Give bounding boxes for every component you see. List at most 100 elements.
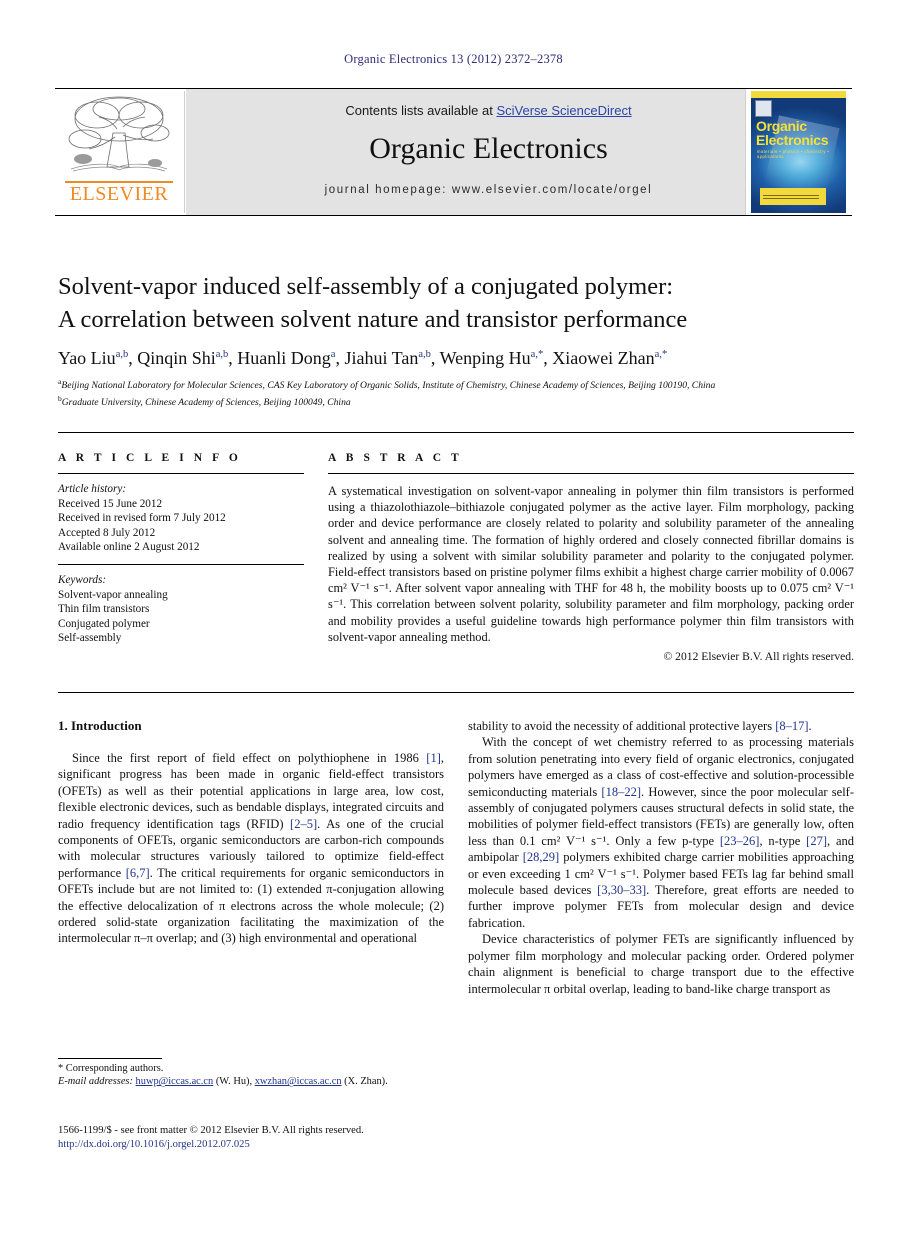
doi-link[interactable]: http://dx.doi.org/10.1016/j.orgel.2012.0…	[58, 1138, 488, 1152]
author-name: Huanli Dong	[237, 348, 331, 368]
article-history-item: Received 15 June 2012	[58, 497, 163, 510]
cover-subtitle: materials • physics • chemistry • applic…	[757, 149, 830, 159]
abstract-heading: A B S T R A C T	[328, 452, 463, 464]
author-name: Qinqin Shi	[137, 348, 216, 368]
cover-title: Organic Electronics	[756, 119, 844, 147]
keyword-item: Solvent-vapor annealing	[58, 588, 168, 601]
author-separator: ,	[543, 348, 553, 368]
keywords-group: Keywords: Solvent-vapor annealing Thin fi…	[58, 573, 304, 646]
cover-bottom-box-lines	[763, 195, 819, 200]
masthead-center-panel: Contents lists available at SciVerse Sci…	[186, 89, 791, 215]
right-column-paragraphs: stability to avoid the necessity of addi…	[468, 718, 854, 997]
journal-title: Organic Electronics	[369, 132, 608, 165]
email-owner-zhan: (X. Zhan).	[344, 1076, 388, 1088]
contents-available-line: Contents lists available at SciVerse Sci…	[186, 103, 791, 118]
journal-article-page: Organic Electronics 13 (2012) 2372–2378	[0, 0, 907, 1238]
author-name: Yao Liu	[58, 348, 116, 368]
article-history-group: Article history: Received 15 June 2012 Re…	[58, 482, 304, 555]
article-title: Solvent-vapor induced self-assembly of a…	[58, 270, 858, 336]
info-band-bottom-rule	[58, 692, 854, 693]
email-owner-hu: (W. Hu)	[215, 1076, 250, 1088]
article-history-item: Accepted 8 July 2012	[58, 526, 156, 539]
author-separator: ,	[228, 348, 238, 368]
author-affiliation-mark: a,*	[654, 349, 668, 360]
article-history-item: Received in revised form 7 July 2012	[58, 512, 226, 525]
affiliation-item: bGraduate University, Chinese Academy of…	[58, 393, 858, 410]
citation-reference[interactable]: [23–26]	[720, 834, 760, 848]
affiliation-list: aBeijing National Laboratory for Molecul…	[58, 376, 858, 410]
cover-elsevier-mark-icon	[755, 100, 772, 117]
author-name: Jiahui Tan	[344, 348, 419, 368]
abstract-text: A systematical investigation on solvent-…	[328, 484, 854, 644]
body-paragraph: Since the first report of field effect o…	[58, 751, 444, 946]
journal-masthead: ELSEVIER Contents lists available at Sci…	[55, 88, 852, 216]
corresponding-authors-note: * Corresponding authors.	[58, 1063, 164, 1074]
keyword-items: Solvent-vapor annealing Thin film transis…	[58, 588, 304, 646]
elsevier-wordmark: ELSEVIER	[69, 183, 169, 205]
keywords-label: Keywords:	[58, 573, 107, 586]
keyword-item: Self-assembly	[58, 632, 122, 645]
author-separator: ,	[430, 348, 440, 368]
citation-reference[interactable]: [1]	[426, 751, 441, 765]
cover-title-line2: Electronics	[756, 132, 829, 148]
sciencedirect-link[interactable]: SciVerse ScienceDirect	[496, 103, 631, 118]
keyword-item: Conjugated polymer	[58, 617, 150, 630]
citation-reference[interactable]: [28,29]	[523, 850, 559, 864]
masthead-bottom-rule	[55, 215, 852, 216]
journal-homepage-link[interactable]: journal homepage: www.elsevier.com/locat…	[186, 184, 791, 196]
article-history-items: Received 15 June 2012 Received in revised…	[58, 497, 304, 555]
cover-artwork: Organic Electronics materials • physics …	[751, 91, 846, 213]
left-column-paragraphs: Since the first report of field effect o…	[58, 750, 444, 947]
citation-reference[interactable]: [8–17]	[775, 719, 808, 733]
author-name: Xiaowei Zhan	[552, 348, 655, 368]
author-list: Yao Liua,b, Qinqin Shia,b, Huanli Donga,…	[58, 348, 858, 369]
affiliation-text: Graduate University, Chinese Academy of …	[61, 396, 351, 408]
elsevier-tree-icon	[68, 96, 170, 172]
citation-reference[interactable]: [2–5]	[290, 817, 317, 831]
author-affiliation-mark: a,b	[115, 349, 129, 360]
footnote-rule	[58, 1058, 162, 1059]
article-info-separator	[58, 563, 304, 565]
author-affiliation-mark: a,b	[418, 349, 431, 360]
author-name: Wenping Hu	[439, 348, 531, 368]
abstract-column: A B S T R A C T A systematical investiga…	[328, 452, 854, 663]
body-paragraph: With the concept of wet chemistry referr…	[468, 735, 854, 930]
keyword-item: Thin film transistors	[58, 603, 150, 616]
imprint-block: 1566-1199/$ - see front matter © 2012 El…	[58, 1124, 488, 1152]
body-paragraph: Device characteristics of polymer FETs a…	[468, 932, 854, 996]
journal-cover-thumbnail[interactable]: Organic Electronics materials • physics …	[745, 89, 850, 215]
cover-top-bar	[751, 91, 846, 98]
article-history-item: Available online 2 August 2012	[58, 541, 200, 554]
citation-reference[interactable]: [27]	[806, 834, 827, 848]
issn-copyright-line: 1566-1199/$ - see front matter © 2012 El…	[58, 1125, 364, 1136]
email-link-hu[interactable]: huwp@iccas.ac.cn	[136, 1076, 214, 1087]
citation-reference[interactable]: [6,7]	[126, 866, 150, 880]
footnote-block: * Corresponding authors. E-mail addresse…	[58, 1062, 444, 1089]
body-paragraph: stability to avoid the necessity of addi…	[468, 719, 812, 733]
author-affiliation-mark: a,b	[215, 349, 229, 360]
affiliation-item: aBeijing National Laboratory for Molecul…	[58, 376, 858, 393]
article-info-heading: A R T I C L E I N F O	[58, 452, 242, 464]
citation-reference[interactable]: [18–22]	[601, 785, 641, 799]
article-title-line-1: Solvent-vapor induced self-assembly of a…	[58, 273, 674, 300]
section-heading-introduction: 1. Introduction	[58, 718, 142, 733]
abstract-rule	[328, 473, 854, 474]
body-left-column: 1. Introduction Since the first report o…	[58, 718, 444, 947]
running-head: Organic Electronics 13 (2012) 2372–2378	[344, 52, 563, 66]
email-addresses-label: E-mail addresses:	[58, 1076, 133, 1088]
cover-title-line1: Organic	[756, 118, 807, 134]
affiliation-text: Beijing National Laboratory for Molecula…	[61, 380, 716, 392]
abstract-copyright: © 2012 Elsevier B.V. All rights reserved…	[663, 650, 854, 664]
citation-reference[interactable]: [3,30–33]	[597, 883, 646, 897]
email-addresses-note: E-mail addresses: huwp@iccas.ac.cn (W. H…	[58, 1075, 444, 1088]
elsevier-logo: ELSEVIER	[57, 91, 185, 213]
article-title-line-2: A correlation between solvent nature and…	[58, 306, 688, 333]
author-affiliation-mark: a,*	[530, 349, 544, 360]
email-link-zhan[interactable]: xwzhan@iccas.ac.cn	[255, 1076, 342, 1087]
contents-prefix: Contents lists available at	[345, 103, 497, 118]
info-band-top-rule	[58, 432, 854, 433]
author-separator: ,	[128, 348, 138, 368]
article-info-column: A R T I C L E I N F O Article history: R…	[58, 452, 304, 646]
article-history-label: Article history:	[58, 483, 127, 495]
article-info-rule	[58, 473, 304, 474]
